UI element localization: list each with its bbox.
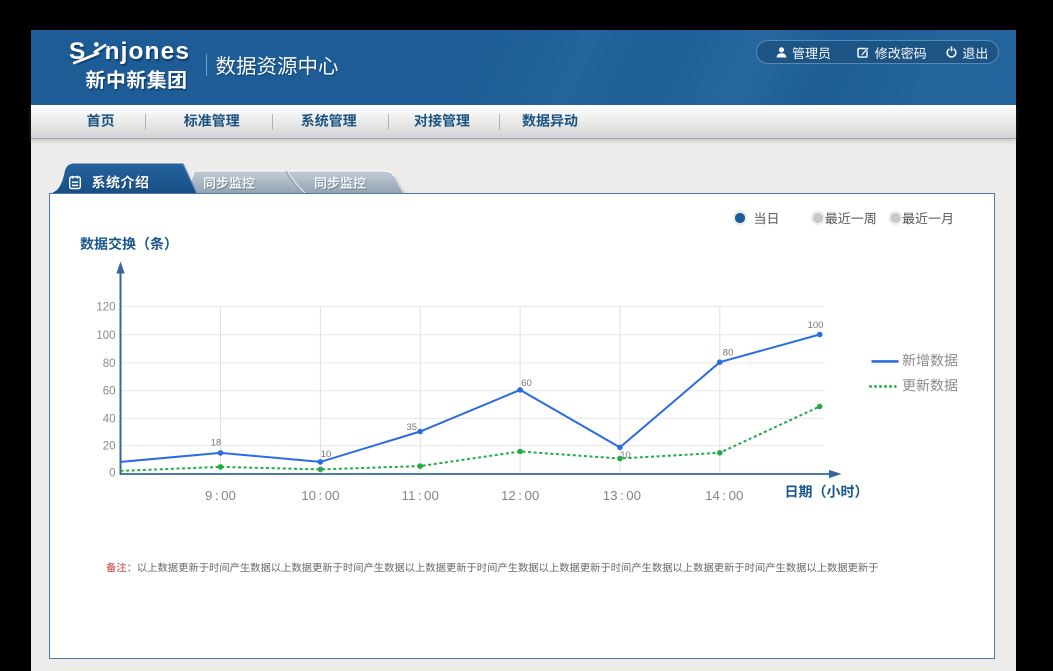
svg-text:0: 0 <box>109 468 115 480</box>
svg-text:18: 18 <box>210 438 221 449</box>
svg-text:80: 80 <box>722 348 733 359</box>
svg-text:35: 35 <box>406 422 417 433</box>
svg-text:100: 100 <box>96 330 115 342</box>
svg-text:11:00: 11:00 <box>401 488 438 503</box>
svg-text:120: 120 <box>96 302 115 314</box>
svg-text:12:00: 12:00 <box>500 488 538 503</box>
svg-text:60: 60 <box>102 386 115 398</box>
svg-text:40: 40 <box>102 413 115 425</box>
svg-text:60: 60 <box>521 378 532 389</box>
svg-text:100: 100 <box>807 320 823 331</box>
svg-text:10: 10 <box>620 450 631 461</box>
svg-text:20: 20 <box>102 441 115 453</box>
svg-text:80: 80 <box>102 358 115 370</box>
svg-text:10:00: 10:00 <box>301 488 339 503</box>
svg-text:14:00: 14:00 <box>705 488 743 503</box>
svg-text:9:00: 9:00 <box>205 488 236 503</box>
svg-text:13:00: 13:00 <box>602 488 640 503</box>
svg-text:10: 10 <box>320 449 331 460</box>
